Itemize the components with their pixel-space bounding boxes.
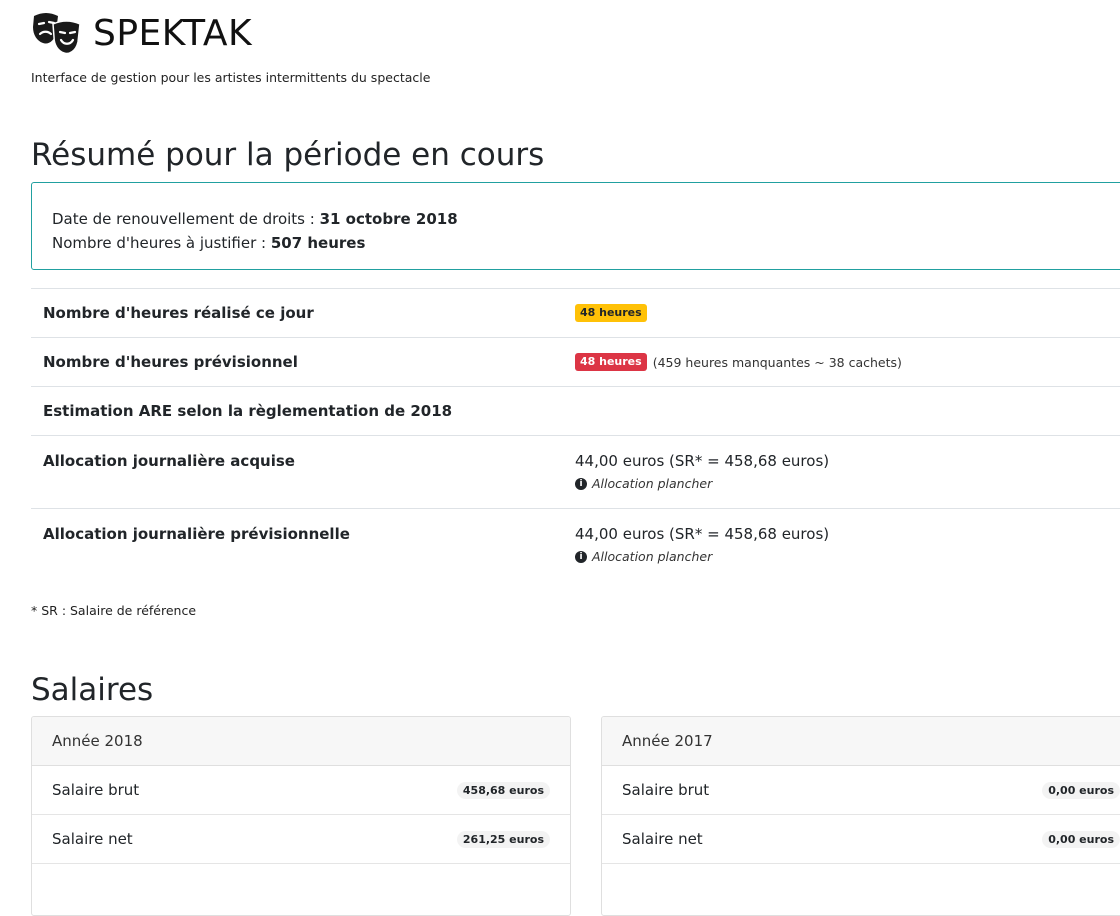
are-estimation-label: Estimation ARE selon la règlementation d… <box>43 402 453 420</box>
info-icon: i <box>575 550 587 563</box>
table-row: Allocation journalière prévisionnelle 44… <box>31 508 1120 581</box>
brand-name: SPEKTAK <box>93 13 253 54</box>
table-row: Nombre d'heures prévisionnel 48 heures (4… <box>31 337 1120 386</box>
summary-info-box: Date de renouvellement de droits : 31 oc… <box>31 182 1120 270</box>
renewal-value: 31 octobre 2018 <box>319 210 458 228</box>
hours-line: Nombre d'heures à justifier : 507 heures <box>52 231 1110 255</box>
table-row: Allocation journalière acquise 44,00 eur… <box>31 435 1120 508</box>
footnote: * SR : Salaire de référence <box>31 603 197 618</box>
gross-salary-label: Salaire brut <box>52 781 140 799</box>
net-salary-label: Salaire net <box>52 830 133 848</box>
today-hours-label: Nombre d'heures réalisé ce jour <box>43 304 314 322</box>
forecast-allocation-label: Allocation journalière prévisionnelle <box>43 525 350 543</box>
card-header: Année 2017 <box>602 717 1120 766</box>
renewal-label: Date de renouvellement de droits : <box>52 210 320 228</box>
gross-salary-badge: 0,00 euros <box>1042 781 1120 799</box>
missing-hours-text: (459 heures manquantes ~ 38 cachets) <box>652 354 902 370</box>
summary-table: Nombre d'heures réalisé ce jour 48 heure… <box>31 288 1120 581</box>
theater-masks-icon <box>33 13 81 55</box>
forecast-allocation-note: i Allocation plancher <box>575 549 829 564</box>
forecast-allocation-value: 44,00 euros (SR* = 458,68 euros) <box>575 525 830 543</box>
table-row: Nombre d'heures réalisé ce jour 48 heure… <box>31 288 1120 337</box>
acquired-allocation-value: 44,00 euros (SR* = 458,68 euros) <box>575 452 830 470</box>
salaries-title: Salaires <box>31 672 154 708</box>
salary-card-2017: Année 2017 Salaire brut 0,00 euros Salai… <box>601 716 1120 916</box>
tagline: Interface de gestion pour les artistes i… <box>31 70 431 85</box>
table-row: Estimation ARE selon la règlementation d… <box>31 386 1120 435</box>
list-item: Salaire brut 0,00 euros <box>602 766 1120 815</box>
acquired-allocation-label: Allocation journalière acquise <box>43 452 295 470</box>
net-salary-badge: 0,00 euros <box>1042 830 1120 848</box>
list-item: Salaire brut 458,68 euros <box>32 766 570 815</box>
hours-label: Nombre d'heures à justifier : <box>52 234 271 252</box>
info-icon: i <box>575 477 587 490</box>
acquired-allocation-note: i Allocation plancher <box>575 476 829 491</box>
hours-value: 507 heures <box>270 234 366 252</box>
today-hours-badge: 48 heures <box>575 304 647 323</box>
net-salary-badge: 261,25 euros <box>456 830 550 848</box>
summary-title: Résumé pour la période en cours <box>31 137 545 173</box>
net-salary-label: Salaire net <box>622 830 703 848</box>
salary-card-2018: Année 2018 Salaire brut 458,68 euros Sal… <box>31 716 571 916</box>
renewal-line: Date de renouvellement de droits : 31 oc… <box>52 207 1110 231</box>
gross-salary-label: Salaire brut <box>622 781 710 799</box>
brand[interactable]: SPEKTAK <box>31 12 252 56</box>
list-item: Salaire net 261,25 euros <box>32 815 570 864</box>
card-header: Année 2018 <box>32 717 570 766</box>
forecast-hours-label: Nombre d'heures prévisionnel <box>43 353 298 371</box>
forecast-hours-badge: 48 heures <box>575 353 647 372</box>
list-item: Salaire net 0,00 euros <box>602 815 1120 864</box>
gross-salary-badge: 458,68 euros <box>456 781 550 799</box>
